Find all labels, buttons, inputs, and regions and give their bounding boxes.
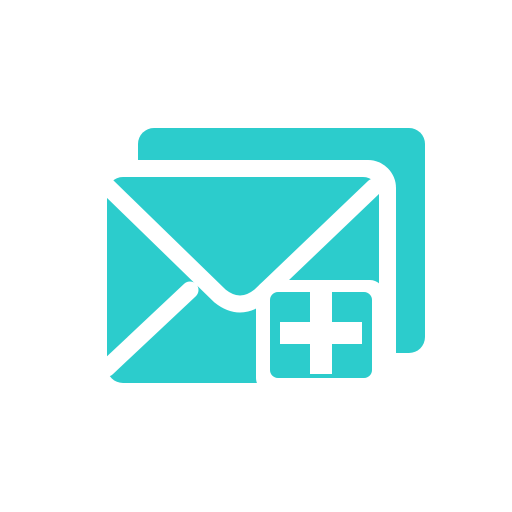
app-icon-canvas xyxy=(0,0,512,512)
plus-horizontal-bar xyxy=(280,322,362,344)
add-mail-icon xyxy=(90,128,425,400)
